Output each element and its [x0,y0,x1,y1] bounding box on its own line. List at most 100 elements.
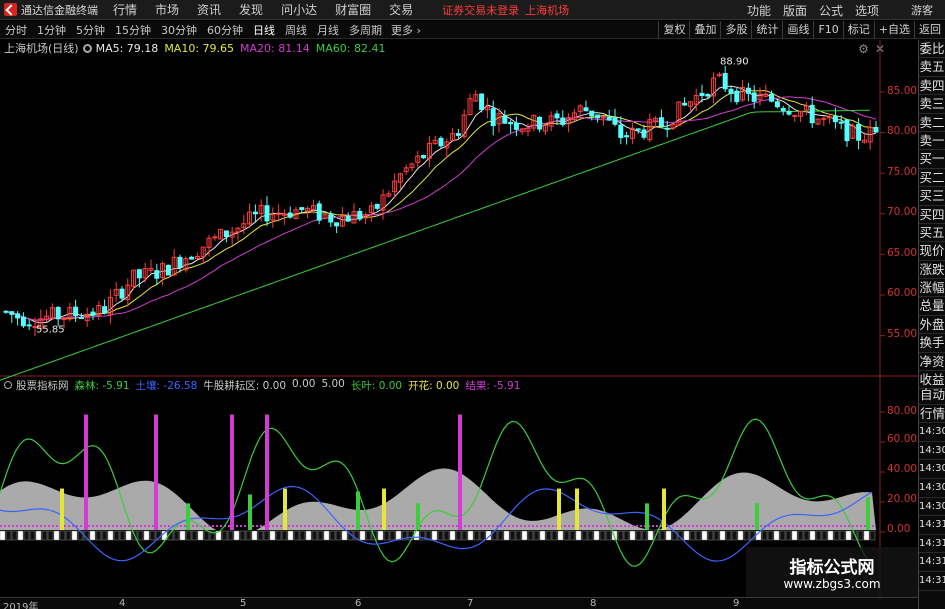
period-monthly[interactable]: 月线 [312,22,344,38]
indicator-strip [503,530,510,541]
sidebar-tick-item[interactable]: 14:30 [919,442,945,461]
indicator-strip [107,530,114,541]
sidebar-quote-item[interactable]: 买二 [919,169,945,188]
indicator-bar [84,414,88,530]
candle-body [90,311,96,316]
menu-formula[interactable]: 公式 [813,2,849,19]
candle-body [658,117,664,128]
sidebar-quote-item[interactable]: 买三 [919,187,945,206]
indicator-item: 结果: -5.91 [465,379,521,392]
tool-mark[interactable]: 标记 [842,21,874,39]
indicator-strip [275,530,282,541]
period-multi[interactable]: 多周期 [344,22,387,38]
candle-body [589,110,595,117]
sidebar-quote-item[interactable]: 卖一 [919,132,945,151]
candle-body [299,207,305,211]
sidebar-quote-item[interactable]: 外盘 [919,316,945,335]
candle-body [827,116,833,119]
guest-label[interactable]: 游客 [911,2,933,18]
sidebar-quote-item[interactable]: 买五 [919,224,945,243]
sidebar-quote-item[interactable]: 换手 [919,334,945,353]
sidebar-quote-item[interactable]: 涨幅 [919,279,945,298]
indicator-strip [527,530,534,541]
tool-multistock[interactable]: 多股 [720,21,751,39]
menu-wealth[interactable]: 财富圈 [326,1,380,18]
period-1min[interactable]: 1分钟 [32,22,71,38]
indicator-strip [317,530,324,541]
period-more-label: 更多 [391,23,413,37]
sidebar-quote-item[interactable]: 总量 [919,297,945,316]
indicator-axis-label: 60.00 [887,433,918,445]
menu-layout[interactable]: 版面 [777,2,813,19]
indicator-strip [89,530,96,541]
indicator-bar [60,488,64,530]
tool-draw[interactable]: 画线 [782,21,813,39]
sidebar-tick-item[interactable]: 14:31 [919,553,945,572]
price-label: 85.00 [887,85,918,97]
sidebar-tick-item[interactable]: 自动 [919,386,945,405]
candle-body [821,117,827,120]
sidebar-tick-item[interactable]: 行情 [919,405,945,424]
sidebar-tick-item[interactable]: 14:30 [919,498,945,517]
sidebar-tick-item[interactable]: 14:31 [919,572,945,591]
sidebar-tick-item[interactable]: 14:31 [919,516,945,535]
period-more[interactable]: 更多 › [387,22,425,38]
menu-options[interactable]: 选项 [849,2,885,19]
period-30min[interactable]: 30分钟 [156,22,202,38]
candle-body [745,87,751,94]
login-warning[interactable]: 证券交易未登录 [442,2,519,18]
sidebar-quote-item[interactable]: 卖三 [919,95,945,114]
sidebar-quote-item[interactable]: 卖五 [919,58,945,77]
quote-sidebar: 委比 卖五 卖四 卖三 卖二 卖一 买一 买二 买三 买四 买五 现价 涨跌 涨幅 总量 外盘 换手 净资 收益 自… [918,40,945,609]
sidebar-quote-item[interactable]: 委比 [919,40,945,59]
menu-quotes[interactable]: 行情 [104,1,146,18]
tool-add-favorite[interactable]: +自选 [873,21,914,39]
indicator-strip [593,530,600,541]
sidebar-tick-item[interactable]: 14:30 [919,423,945,442]
period-15min[interactable]: 15分钟 [110,22,156,38]
indicator-strip [533,530,540,541]
tool-stats[interactable]: 统计 [751,21,782,39]
sidebar-quote-item[interactable]: 现价 [919,242,945,261]
menu-trade[interactable]: 交易 [380,1,422,18]
price-label: 55.00 [887,328,918,340]
indicator-gear-icon[interactable] [4,381,12,389]
sidebar-tick-item[interactable]: 14:30 [919,460,945,479]
sidebar-tick-item[interactable]: 14:31 [919,535,945,554]
candle-body [3,310,9,313]
period-daily[interactable]: 日线 [248,22,280,38]
period-weekly[interactable]: 周线 [280,22,312,38]
indicator-strip [683,530,690,541]
sidebar-tick-item[interactable]: 14:30 [919,479,945,498]
indicator-strip [569,530,576,541]
indicator-strip [59,530,66,541]
indicator-strip [647,530,654,541]
indicator-strip [341,530,348,541]
sidebar-quote-item[interactable]: 涨跌 [919,261,945,280]
date-label: 5 [240,598,247,609]
period-timeshare[interactable]: 分时 [0,22,32,38]
menu-news[interactable]: 资讯 [188,1,230,18]
indicator-bar [382,488,386,530]
sidebar-quote-item[interactable]: 净资 [919,353,945,372]
tool-overlay[interactable]: 叠加 [689,21,720,39]
sidebar-quote-item[interactable]: 卖四 [919,77,945,96]
indicator-strip [605,530,612,541]
sidebar-quote-item[interactable]: 卖二 [919,114,945,132]
menu-ask[interactable]: 问小达 [272,1,326,18]
tool-adjust[interactable]: 复权 [658,21,689,39]
tool-back[interactable]: 返回 [914,21,945,39]
indicator-strip [113,530,120,541]
sidebar-quote-item[interactable]: 买一 [919,150,945,169]
indicator-strip [245,530,252,541]
indicator-strip [515,530,522,541]
tool-f10[interactable]: F10 [813,21,842,39]
period-5min[interactable]: 5分钟 [71,22,110,38]
menu-discover[interactable]: 发现 [230,1,272,18]
period-60min[interactable]: 60分钟 [202,22,248,38]
indicator-strip [203,530,210,541]
candle-body [264,205,270,222]
menu-market[interactable]: 市场 [146,1,188,18]
sidebar-quote-item[interactable]: 买四 [919,206,945,224]
menu-function[interactable]: 功能 [741,2,777,19]
